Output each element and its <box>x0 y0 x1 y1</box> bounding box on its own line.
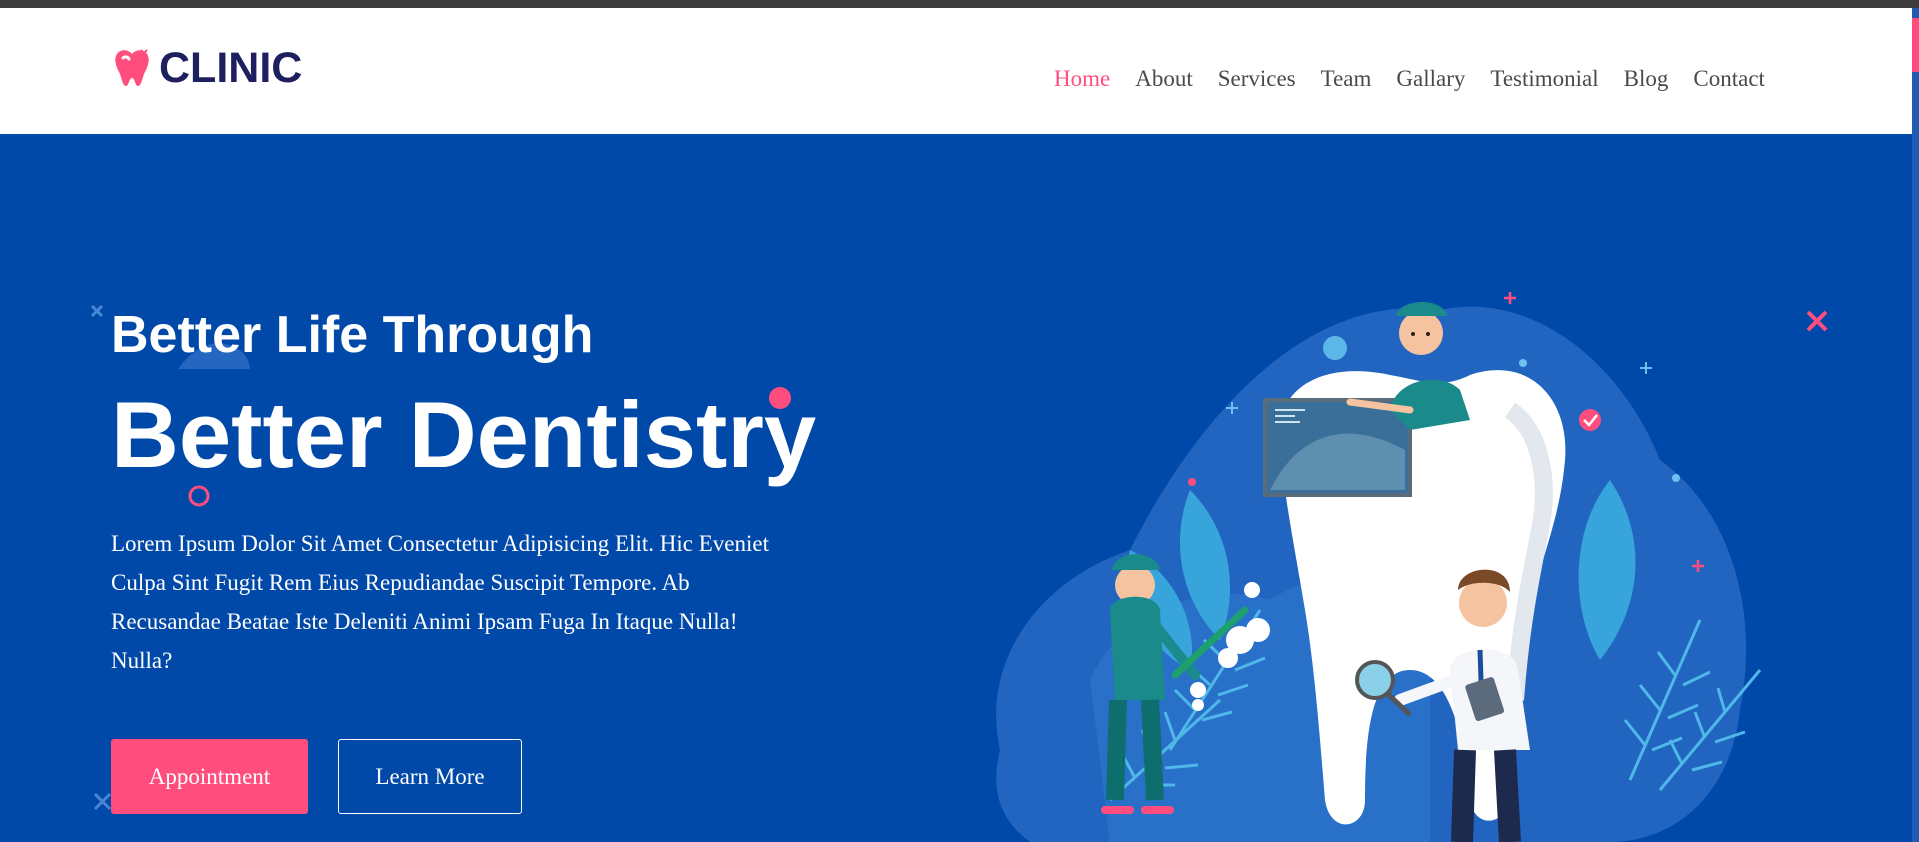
brand-name: CLINIC <box>159 43 303 92</box>
top-border <box>0 0 1919 8</box>
nav-item-gallary[interactable]: Gallary <box>1396 64 1465 94</box>
site-header: CLINIC Home About Services Team Gallary … <box>0 8 1912 134</box>
hero-description: Lorem Ipsum Dolor Sit Amet Consectetur A… <box>111 531 769 673</box>
scrollbar[interactable] <box>1912 8 1919 842</box>
dentist-illustration <box>996 292 1762 842</box>
nav-item-home[interactable]: Home <box>1054 64 1110 94</box>
nav-item-contact[interactable]: Contact <box>1693 64 1765 94</box>
nav-item-team[interactable]: Team <box>1321 64 1372 94</box>
nav-item-services[interactable]: Services <box>1218 64 1296 94</box>
tooth-logo-icon <box>115 49 149 86</box>
scrollbar-thumb[interactable] <box>1912 18 1919 72</box>
nav-item-blog[interactable]: Blog <box>1624 64 1669 94</box>
nav-item-about[interactable]: About <box>1135 64 1193 94</box>
hero-title: Better Dentistry <box>111 382 817 487</box>
learn-more-button[interactable]: Learn More <box>338 739 522 814</box>
nav-item-testimonial[interactable]: Testimonial <box>1490 64 1598 94</box>
brand-logo[interactable]: CLINIC <box>111 43 302 93</box>
appointment-button[interactable]: Appointment <box>111 739 308 814</box>
hero-subtitle: Better Life Through <box>111 306 594 364</box>
main-nav: Home About Services Team Gallary Testimo… <box>1054 64 1790 94</box>
